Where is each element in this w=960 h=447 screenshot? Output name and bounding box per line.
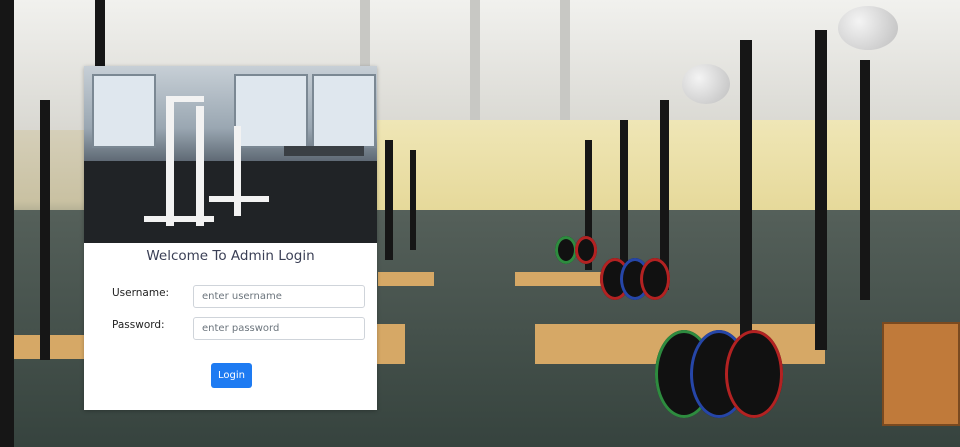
password-input[interactable] [193,317,365,340]
username-input[interactable] [193,285,365,308]
gym-photo-banner [84,66,377,243]
admin-login-card: Welcome To Admin Login Username: Passwor… [84,66,377,410]
username-label: Username: [112,287,170,299]
plyo-box [882,322,960,426]
login-button[interactable]: Login [211,363,252,388]
login-title: Welcome To Admin Login [146,248,315,264]
password-label: Password: [112,319,165,331]
